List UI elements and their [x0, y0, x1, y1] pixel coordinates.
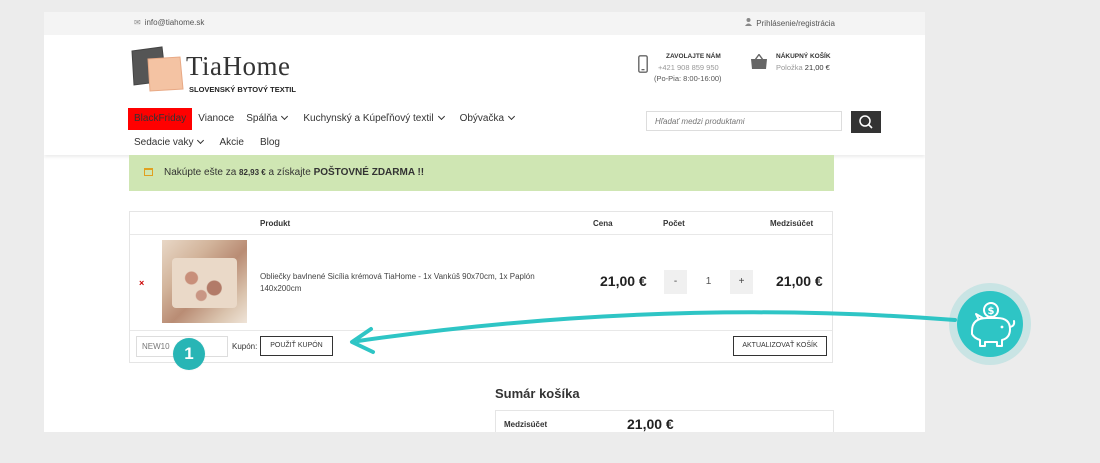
annotation-arrow — [350, 310, 957, 354]
svg-text:$: $ — [988, 306, 995, 317]
step-badge: 1 — [173, 338, 205, 370]
piggy-badge: $ — [949, 283, 1031, 365]
piggy-circle: $ — [957, 291, 1023, 357]
piggy-bank-icon: $ — [971, 302, 1016, 347]
